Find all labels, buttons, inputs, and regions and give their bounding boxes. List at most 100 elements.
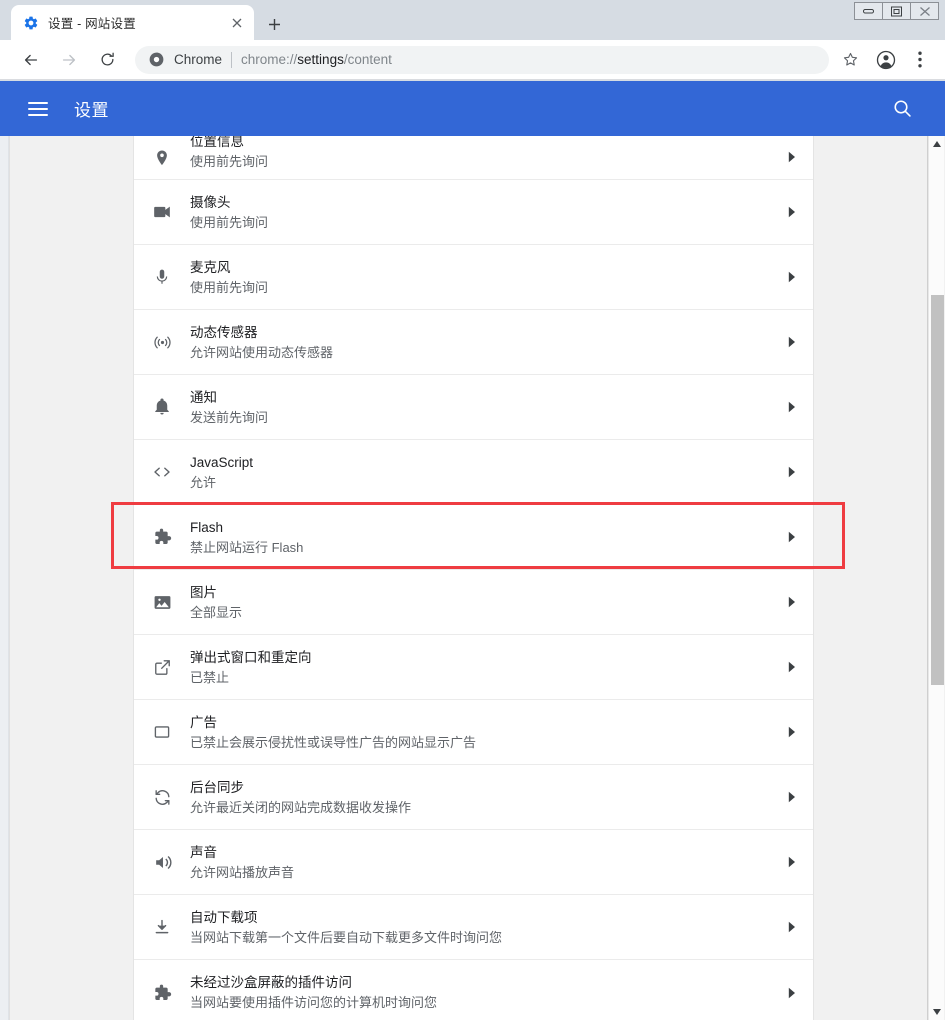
chevron-right-icon[interactable]	[771, 336, 813, 348]
settings-row-通知[interactable]: 通知 发送前先询问	[134, 375, 813, 440]
settings-row-自动下载项[interactable]: 自动下载项 当网站下载第一个文件后要自动下载更多文件时询问您	[134, 895, 813, 960]
address-bar[interactable]: Chrome chrome://settings/content	[135, 45, 829, 74]
back-arrow-icon[interactable]	[15, 44, 47, 76]
omnibox-url: chrome://settings/content	[241, 52, 392, 67]
forward-arrow-icon[interactable]	[53, 44, 85, 76]
chevron-right-icon[interactable]	[771, 791, 813, 803]
settings-row-subtitle: 允许	[190, 474, 217, 490]
settings-row-title: Flash	[190, 519, 224, 535]
location-pin-icon	[134, 149, 190, 179]
gear-icon	[23, 15, 39, 31]
settings-row-title: 弹出式窗口和重定向	[190, 649, 312, 665]
settings-row-flash[interactable]: Flash 禁止网站运行 Flash	[134, 505, 813, 570]
scroll-up-arrow-icon[interactable]	[929, 136, 945, 152]
settings-row-text: 通知 发送前先询问	[190, 388, 771, 427]
tab-strip: 设置 - 网站设置	[0, 0, 945, 40]
scroll-down-arrow-icon[interactable]	[929, 1004, 945, 1020]
settings-row-text: 图片 全部显示	[190, 583, 771, 622]
browser-tab[interactable]: 设置 - 网站设置	[11, 5, 254, 40]
settings-row-text: 摄像头 使用前先询问	[190, 193, 771, 232]
settings-row-title: 未经过沙盒屏蔽的插件访问	[190, 975, 352, 990]
chevron-right-icon[interactable]	[771, 271, 813, 283]
settings-row-subtitle: 允许网站使用动态传感器	[190, 344, 334, 360]
settings-row-后台同步[interactable]: 后台同步允许最近关闭的网站完成数据收发操作	[134, 765, 813, 830]
search-icon[interactable]	[889, 96, 915, 122]
window-left-edge	[0, 136, 9, 1020]
site-settings-list: 位置信息 使用前先询问 摄像头 使用前先询问 麦克风 使用前先询问 动态传感器 允许网站使用动…	[133, 136, 814, 1020]
puzzle-piece-icon	[134, 527, 190, 547]
settings-row-text: 广告已禁止会展示侵扰性或误导性广告的网站显示广告	[190, 713, 771, 752]
settings-row-subtitle: 使用前先询问	[190, 279, 269, 295]
settings-row-title: 广告	[190, 714, 217, 730]
profile-avatar-icon[interactable]	[871, 45, 901, 75]
minimize-button[interactable]	[854, 2, 883, 20]
settings-row-subtitle: 全部显示	[190, 604, 243, 620]
settings-row-title: 图片	[190, 584, 217, 600]
settings-row-subtitle: 当网站要使用插件访问您的计算机时询问您	[190, 995, 438, 1010]
settings-row-subtitle: 已禁止会展示侵扰性或误导性广告的网站显示广告	[190, 734, 477, 750]
chevron-right-icon[interactable]	[771, 466, 813, 478]
settings-row-text: 声音 允许网站播放声音	[190, 843, 771, 882]
settings-row-title: 摄像头	[190, 194, 231, 210]
settings-row-subtitle: 允许最近关闭的网站完成数据收发操作	[190, 799, 412, 815]
settings-row-text: Flash 禁止网站运行 Flash	[190, 518, 771, 557]
speaker-icon	[134, 853, 190, 872]
settings-row-subtitle: 禁止网站运行 Flash	[190, 539, 304, 555]
close-icon[interactable]	[228, 14, 246, 32]
tab-title: 设置 - 网站设置	[48, 17, 136, 31]
three-dot-menu-icon[interactable]	[905, 45, 935, 75]
maximize-button[interactable]	[882, 2, 911, 20]
settings-row-text: 自动下载项 当网站下载第一个文件后要自动下载更多文件时询问您	[190, 908, 771, 947]
chevron-right-icon[interactable]	[771, 151, 813, 179]
chevron-right-icon[interactable]	[771, 531, 813, 543]
puzzle-piece-icon	[134, 983, 190, 1003]
settings-row-声音[interactable]: 声音 允许网站播放声音	[134, 830, 813, 895]
settings-row-subtitle: 使用前先询问	[190, 214, 269, 230]
settings-row-title: 后台同步	[190, 779, 244, 795]
chevron-right-icon[interactable]	[771, 401, 813, 413]
chevron-right-icon[interactable]	[771, 596, 813, 608]
close-button[interactable]	[910, 2, 939, 20]
settings-row-弹出式窗口和重定向[interactable]: 弹出式窗口和重定向 已禁止	[134, 635, 813, 700]
image-icon	[134, 593, 190, 612]
chevron-right-icon[interactable]	[771, 856, 813, 868]
sync-icon	[134, 788, 190, 807]
motion-sensor-icon	[134, 333, 190, 352]
settings-row-麦克风[interactable]: 麦克风 使用前先询问	[134, 245, 813, 310]
settings-row-title: 位置信息	[190, 136, 244, 149]
settings-header: 设置	[0, 81, 945, 136]
chevron-right-icon[interactable]	[771, 921, 813, 933]
settings-row-text: 位置信息 使用前先询问	[190, 136, 771, 179]
chevron-right-icon[interactable]	[771, 661, 813, 673]
settings-row-javascript[interactable]: JavaScript 允许	[134, 440, 813, 505]
chevron-right-icon[interactable]	[771, 206, 813, 218]
settings-row-动态传感器[interactable]: 动态传感器允许网站使用动态传感器	[134, 310, 813, 375]
chevron-right-icon[interactable]	[771, 987, 813, 999]
bell-icon	[134, 398, 190, 416]
settings-row-subtitle: 允许网站播放声音	[190, 864, 295, 880]
ads-rectangle-icon	[134, 723, 190, 741]
settings-row-摄像头[interactable]: 摄像头 使用前先询问	[134, 180, 813, 245]
code-brackets-icon	[134, 462, 190, 482]
settings-row-title: 麦克风	[190, 259, 231, 275]
star-icon[interactable]	[835, 45, 865, 75]
settings-row-位置信息[interactable]: 位置信息 使用前先询问	[134, 136, 813, 180]
chevron-right-icon[interactable]	[771, 726, 813, 738]
settings-row-title: JavaScript	[190, 454, 254, 470]
window-controls	[854, 2, 939, 20]
popup-window-icon	[134, 658, 190, 677]
new-tab-button[interactable]	[262, 12, 286, 36]
settings-row-未经过沙盒屏蔽的插件访问[interactable]: 未经过沙盒屏蔽的插件访问当网站要使用插件访问您的计算机时询问您	[134, 960, 813, 1020]
reload-icon[interactable]	[91, 44, 123, 76]
hamburger-menu-icon[interactable]	[28, 98, 50, 120]
settings-row-subtitle: 当网站下载第一个文件后要自动下载更多文件时询问您	[190, 929, 503, 945]
settings-row-text: JavaScript 允许	[190, 453, 771, 492]
settings-row-图片[interactable]: 图片 全部显示	[134, 570, 813, 635]
vertical-scrollbar[interactable]	[928, 136, 944, 1020]
scrollbar-thumb[interactable]	[931, 295, 944, 685]
settings-row-广告[interactable]: 广告已禁止会展示侵扰性或误导性广告的网站显示广告	[134, 700, 813, 765]
settings-row-text: 弹出式窗口和重定向 已禁止	[190, 648, 771, 687]
settings-row-title: 动态传感器	[190, 324, 258, 340]
settings-row-text: 动态传感器允许网站使用动态传感器	[190, 323, 771, 362]
video-camera-icon	[134, 202, 190, 222]
